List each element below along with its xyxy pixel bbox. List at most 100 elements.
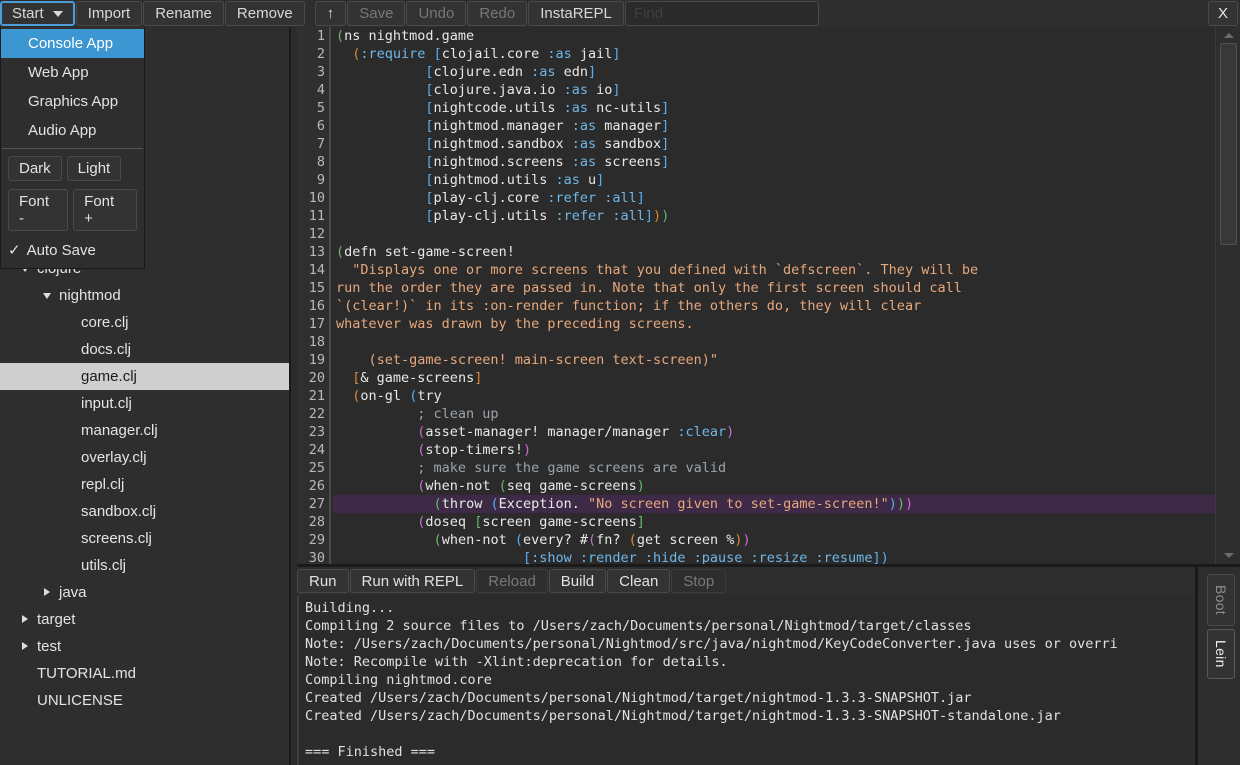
undo-button[interactable]: Undo bbox=[406, 1, 467, 26]
code-line[interactable]: (defn set-game-screen! bbox=[333, 243, 1215, 261]
tree-item-sandbox-clj[interactable]: sandbox.clj bbox=[0, 498, 291, 525]
code-line[interactable]: (throw (Exception. "No screen given to s… bbox=[333, 495, 1215, 513]
tree-item-nightmod[interactable]: nightmod bbox=[0, 282, 291, 309]
code-token: :refer bbox=[555, 208, 605, 224]
code-line[interactable] bbox=[333, 333, 1215, 351]
code-line[interactable]: run the order they are passed in. Note t… bbox=[333, 279, 1215, 297]
tree-item-tutorial-md[interactable]: TUTORIAL.md bbox=[0, 660, 291, 687]
code-line[interactable]: (set-game-screen! main-screen text-scree… bbox=[333, 351, 1215, 369]
run-with-repl-button[interactable]: Run with REPL bbox=[349, 569, 476, 593]
move-up-button[interactable]: ↑ bbox=[314, 1, 347, 26]
close-button[interactable]: X bbox=[1208, 1, 1238, 26]
tree-item-label: repl.clj bbox=[81, 476, 125, 493]
stop-button[interactable]: Stop bbox=[671, 569, 727, 593]
code-line[interactable]: [& game-screens] bbox=[333, 369, 1215, 387]
triangle-right-icon[interactable] bbox=[40, 587, 54, 598]
clean-button[interactable]: Clean bbox=[607, 569, 671, 593]
theme-dark-button[interactable]: Dark bbox=[8, 156, 62, 181]
remove-button[interactable]: Remove bbox=[224, 1, 305, 26]
start-menu-button[interactable]: Start bbox=[0, 1, 75, 26]
code-line[interactable]: `(clear!)` in its :on-render function; i… bbox=[333, 297, 1215, 315]
code-line[interactable]: [nightmod.screens :as screens] bbox=[333, 153, 1215, 171]
triangle-right-icon[interactable] bbox=[18, 641, 32, 652]
menu-item-web-app[interactable]: Web App bbox=[1, 58, 144, 87]
code-token: :all bbox=[612, 208, 645, 224]
tree-item-target[interactable]: target bbox=[0, 606, 291, 633]
start-menu-label: Start bbox=[12, 5, 44, 22]
tree-item-utils-clj[interactable]: utils.clj bbox=[0, 552, 291, 579]
triangle-down-icon[interactable] bbox=[40, 291, 54, 301]
tree-item-test[interactable]: test bbox=[0, 633, 291, 660]
code-line[interactable]: (stop-timers!) bbox=[333, 441, 1215, 459]
import-button[interactable]: Import bbox=[75, 1, 143, 26]
find-input[interactable]: Find bbox=[624, 1, 819, 26]
tree-item-label: docs.clj bbox=[81, 341, 132, 358]
tree-item-overlay-clj[interactable]: overlay.clj bbox=[0, 444, 291, 471]
code-line[interactable]: [clojure.edn :as edn] bbox=[333, 63, 1215, 81]
tree-item-screens-clj[interactable]: screens.clj bbox=[0, 525, 291, 552]
console-output[interactable]: Building... Compiling 2 source files to /… bbox=[297, 596, 1197, 765]
code-token: ( bbox=[628, 532, 637, 548]
code-token: ) bbox=[734, 532, 743, 548]
tree-item-manager-clj[interactable]: manager.clj bbox=[0, 417, 291, 444]
code-line[interactable]: [nightcode.utils :as nc-utils] bbox=[333, 99, 1215, 117]
font-increase-button[interactable]: Font + bbox=[73, 189, 137, 231]
code-line[interactable]: "Displays one or more screens that you d… bbox=[333, 261, 1215, 279]
tree-item-input-clj[interactable]: input.clj bbox=[0, 390, 291, 417]
build-button[interactable]: Build bbox=[548, 569, 607, 593]
triangle-right-icon[interactable] bbox=[18, 614, 32, 625]
rename-button[interactable]: Rename bbox=[143, 1, 224, 26]
code-text-area[interactable]: (ns nightmod.game (:require [clojail.cor… bbox=[333, 27, 1215, 564]
code-line[interactable]: ; clean up bbox=[333, 405, 1215, 423]
code-line[interactable]: (when-not (every? #(fn? (get screen %)) bbox=[333, 531, 1215, 549]
font-decrease-button[interactable]: Font - bbox=[8, 189, 69, 231]
tree-item-repl-clj[interactable]: repl.clj bbox=[0, 471, 291, 498]
code-token: :as bbox=[571, 136, 597, 152]
theme-light-button[interactable]: Light bbox=[66, 156, 122, 181]
code-line[interactable] bbox=[333, 225, 1215, 243]
code-editor[interactable]: 1 2 3 4 5 6 7 8 9 10 11 12 13 14 15 16 17 18 19 20 21 22 23 24 2… bbox=[297, 27, 1215, 564]
line-number: 12 bbox=[308, 226, 325, 242]
code-line[interactable]: (asset-manager! manager/manager :clear) bbox=[333, 423, 1215, 441]
menu-item-audio-app[interactable]: Audio App bbox=[1, 116, 144, 145]
tab-boot[interactable]: Boot bbox=[1207, 574, 1235, 626]
code-line[interactable]: [clojure.java.io :as io] bbox=[333, 81, 1215, 99]
tree-item-game-clj[interactable]: game.clj bbox=[0, 363, 291, 390]
tree-item-core-clj[interactable]: core.clj bbox=[0, 309, 291, 336]
code-line[interactable]: [play-clj.utils :refer :all])) bbox=[333, 207, 1215, 225]
code-token: clojure.edn bbox=[433, 64, 532, 80]
instarepl-button[interactable]: InstaREPL bbox=[528, 1, 624, 26]
redo-button[interactable]: Redo bbox=[467, 1, 528, 26]
code-token: [ bbox=[425, 82, 434, 98]
tree-item-docs-clj[interactable]: docs.clj bbox=[0, 336, 291, 363]
editor-scrollbar[interactable] bbox=[1215, 27, 1240, 564]
code-line[interactable]: [:show :render :hide :pause :resize :res… bbox=[333, 549, 1215, 564]
scrollbar-thumb[interactable] bbox=[1220, 43, 1237, 245]
tree-item-unlicense[interactable]: UNLICENSE bbox=[0, 687, 291, 714]
save-button[interactable]: Save bbox=[347, 1, 406, 26]
auto-save-checkbox[interactable]: ✓ Auto Save bbox=[1, 235, 144, 265]
code-token: edn bbox=[555, 64, 588, 80]
code-line[interactable]: [nightmod.manager :as manager] bbox=[333, 117, 1215, 135]
code-line[interactable]: (ns nightmod.game bbox=[333, 27, 1215, 45]
run-button[interactable]: Run bbox=[297, 569, 349, 593]
code-token: ) bbox=[653, 208, 662, 224]
tree-item-java[interactable]: java bbox=[0, 579, 291, 606]
menu-item-graphics-app[interactable]: Graphics App bbox=[1, 87, 144, 116]
code-line[interactable]: [nightmod.sandbox :as sandbox] bbox=[333, 135, 1215, 153]
code-line[interactable]: (:require [clojail.core :as jail] bbox=[333, 45, 1215, 63]
scroll-up-button[interactable] bbox=[1219, 28, 1238, 42]
scroll-down-button[interactable] bbox=[1219, 548, 1238, 562]
reload-button[interactable]: Reload bbox=[476, 569, 548, 593]
code-line[interactable]: (on-gl (try bbox=[333, 387, 1215, 405]
code-line[interactable]: whatever was drawn by the preceding scre… bbox=[333, 315, 1215, 333]
code-line[interactable]: [nightmod.utils :as u] bbox=[333, 171, 1215, 189]
menu-item-console-app[interactable]: Console App bbox=[1, 29, 144, 58]
code-line[interactable]: (when-not (seq game-screens) bbox=[333, 477, 1215, 495]
code-token: :all bbox=[604, 190, 637, 206]
code-line[interactable]: [play-clj.core :refer :all] bbox=[333, 189, 1215, 207]
code-line[interactable]: ; make sure the game screens are valid bbox=[333, 459, 1215, 477]
tab-lein[interactable]: Lein bbox=[1207, 629, 1235, 679]
code-line[interactable]: (doseq [screen game-screens] bbox=[333, 513, 1215, 531]
